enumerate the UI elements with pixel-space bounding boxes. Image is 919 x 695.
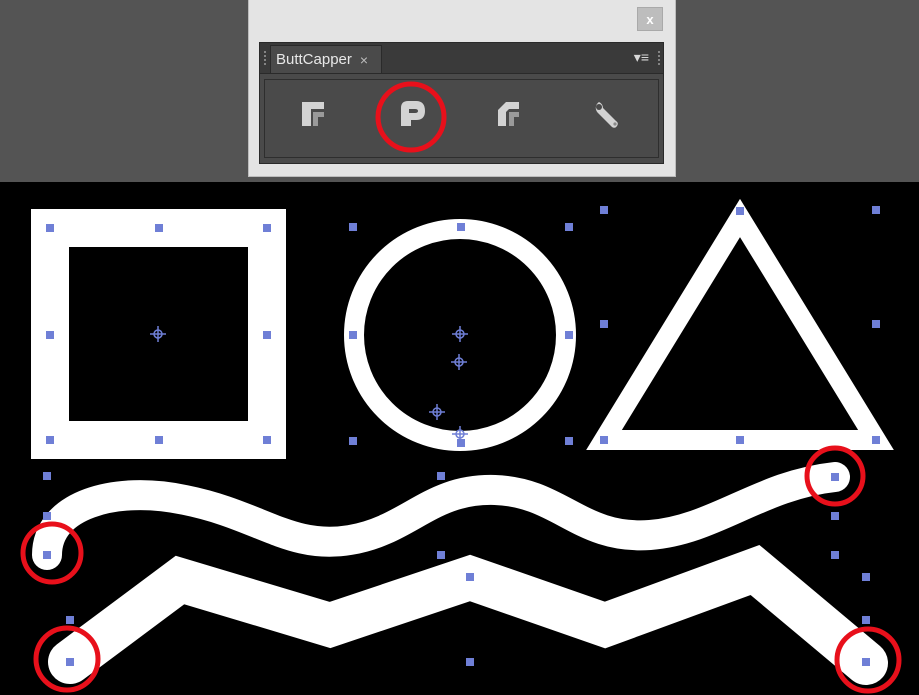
highlight-round-cap-tool (375, 81, 447, 153)
triangle-shape[interactable] (586, 198, 894, 450)
wave-path[interactable] (32, 462, 850, 570)
zigzag-path[interactable] (48, 544, 888, 685)
